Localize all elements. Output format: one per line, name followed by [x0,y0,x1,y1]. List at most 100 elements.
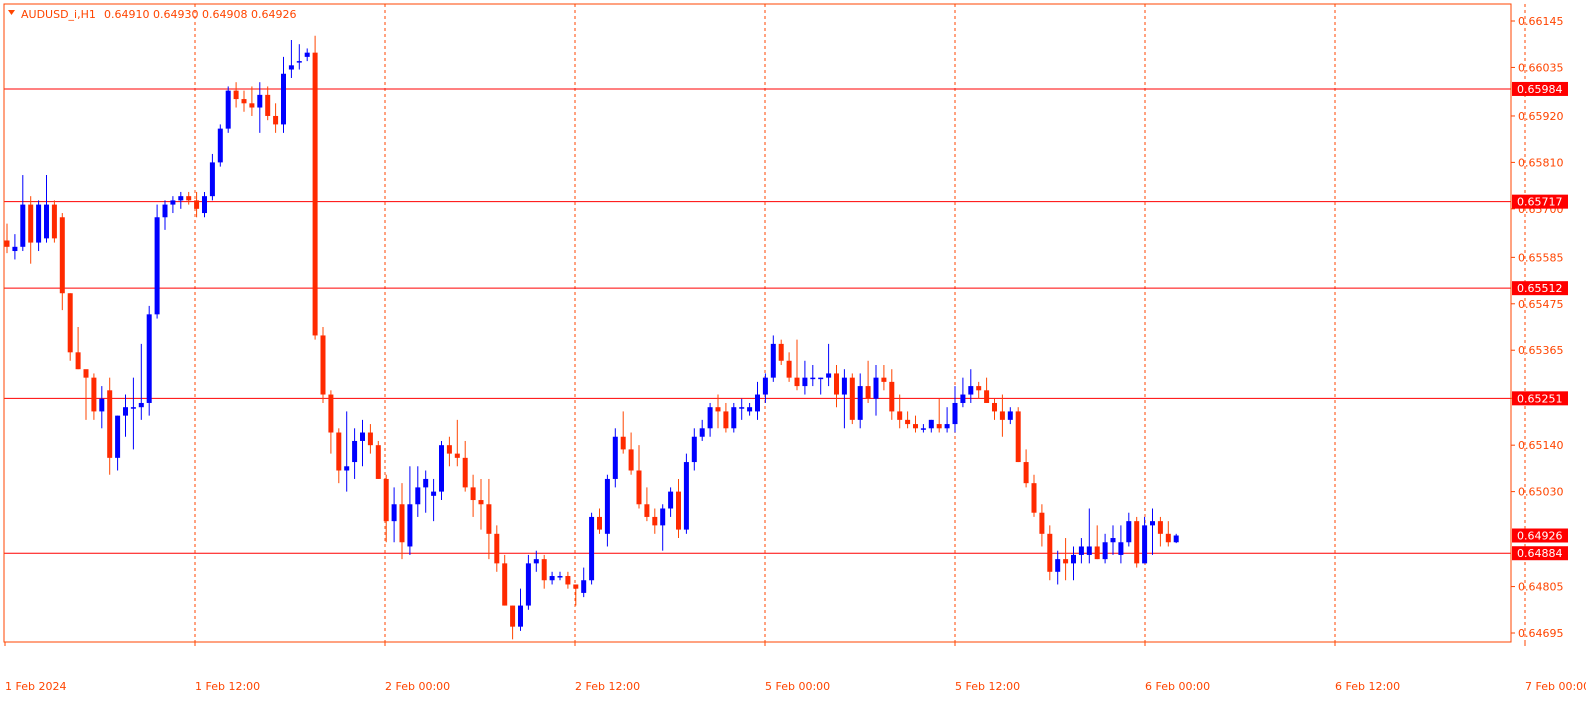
candle-body [620,436,626,450]
candle-body [1110,538,1116,543]
candle-body [470,487,476,501]
candle-body [897,411,903,420]
candle-body [905,419,911,425]
candle-body [1086,546,1092,555]
chart-background [0,0,1586,708]
candle-body [731,407,737,429]
candle-body [249,103,255,108]
candle-body [1071,554,1076,564]
candle-body [123,407,128,416]
candle-body [1094,546,1100,560]
candle-body [257,94,263,108]
candle-body [1047,533,1053,572]
level-price-label: 0.65251 [1517,392,1563,405]
time-label: 2 Feb 12:00 [575,680,640,693]
candle-body [75,352,81,370]
candle-body [1023,462,1029,484]
candle-body [36,204,42,243]
candle-body [4,240,10,247]
time-label: 5 Feb 12:00 [955,680,1020,693]
time-label: 7 Feb 00:00 [1525,680,1586,693]
candle [320,327,326,403]
candle-body [146,314,152,403]
candle-body [778,343,784,361]
candle-body [375,445,381,479]
candle-body [383,478,389,522]
candle-body [881,377,887,382]
candle-body [138,402,144,408]
candle-body [241,99,247,104]
price-tick-label: 0.65810 [1518,156,1564,169]
chart-window[interactable]: 0.66145 0.66035 0.65920 0.65810 0.65700 0.655… [0,0,1586,708]
candle-body [913,424,918,429]
price-tick-label: 0.65920 [1518,110,1564,123]
candle-body [715,407,721,412]
candle-body [707,407,713,429]
candle-body [636,470,642,505]
candle-body [1007,411,1013,420]
price-tick-label: 0.65030 [1518,486,1564,499]
candle-body [747,407,753,412]
candle-body [462,457,468,488]
candle-body [533,559,539,564]
price-tick-label: 0.65475 [1518,298,1564,311]
candle-body [186,196,192,201]
candle-body [478,500,484,505]
candle [154,204,160,319]
candle-body [59,217,65,294]
price-tick-label: 0.66145 [1518,15,1564,28]
candle-body [589,516,595,581]
candle-body [391,504,397,522]
candle-body [652,516,658,526]
candle-body [960,394,966,403]
candle-body [399,504,405,543]
time-label: 5 Feb 00:00 [765,680,830,693]
candle-body [1015,411,1021,463]
chart-header: AUDUSD_i,H1 0.64910 0.64930 0.64908 0.64… [8,8,296,21]
candle-body [320,335,326,395]
current-price-label: 0.64926 [1517,530,1563,543]
candle-body [209,162,215,197]
candle-body [841,377,847,395]
candle-body [170,200,176,205]
candle-body [486,504,492,534]
candle-body [202,196,207,214]
candle-body [889,381,895,412]
candle-body [1142,525,1148,564]
candle-body [288,65,294,70]
ohlc-values: 0.64910 0.64930 0.64908 0.64926 [104,8,296,21]
price-tick-label: 0.64695 [1518,627,1564,640]
candle [225,86,231,133]
candle-body [67,293,73,353]
candle-body [233,90,239,100]
price-tick-label: 0.65585 [1518,251,1564,264]
candle-body [1165,533,1171,543]
time-label: 1 Feb 12:00 [195,680,260,693]
level-price-label: 0.64884 [1517,547,1563,560]
candle-body [1126,521,1132,543]
candle-body [99,398,105,412]
candle-body [518,605,523,627]
candle-body [415,487,421,505]
candle-body [296,61,302,63]
price-chart[interactable]: 0.661450.660350.659200.658100.657000.655… [0,0,1586,708]
price-tick-label: 0.65140 [1518,439,1564,452]
candle-body [328,394,334,433]
candle-body [936,424,942,429]
candle [67,293,73,361]
candle-body [525,563,531,606]
candle-body [83,369,89,378]
candle-body [581,580,587,593]
candle-body [683,462,689,530]
candle-body [494,533,500,564]
candle-body [367,432,373,446]
candle-body [976,386,982,391]
candle-body [225,90,231,129]
time-label: 1 Feb 2024 [5,680,66,693]
candle [1015,407,1021,463]
candle-body [1031,483,1037,513]
candle [849,373,855,425]
level-price-label: 0.65984 [1517,83,1563,96]
candle-body [510,605,516,627]
candle-body [446,445,452,454]
